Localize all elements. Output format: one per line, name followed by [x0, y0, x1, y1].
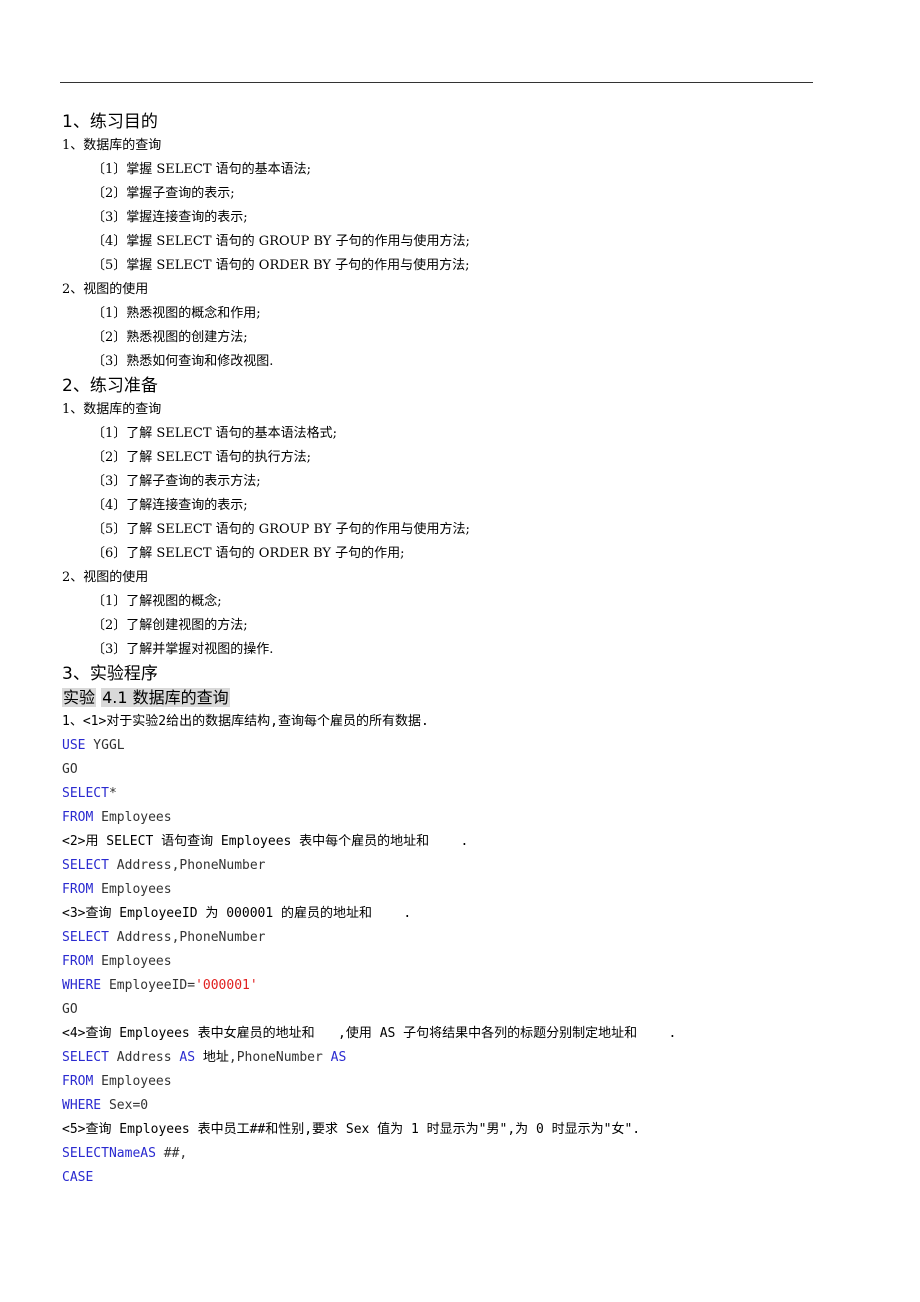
header-rule [60, 82, 813, 83]
instruction-line: <2>用 SELECT 语句查询 Employees 表中每个雇员的地址和 . [62, 830, 842, 854]
sql-keyword: SELECTNameAS [62, 1146, 156, 1161]
code-line: USE YGGL [62, 734, 842, 758]
list-item: 〔4〕掌握 SELECT 语句的 GROUP BY 子句的作用与使用方法; [92, 234, 470, 249]
list-item: 〔1〕熟悉视图的概念和作用; [92, 306, 261, 321]
sql-keyword: SELECT [62, 930, 109, 945]
experiment-title: 实验 4.1 数据库的查询 [62, 686, 842, 710]
instruction-line: <5>查询 Employees 表中员工##和性别,要求 Sex 值为 1 时显… [62, 1118, 842, 1142]
text-fragment: ##, [155, 1146, 188, 1161]
list-item: 〔3〕了解并掌握对视图的操作. [92, 642, 274, 657]
code-line: SELECT Address,PhoneNumber [62, 854, 842, 878]
list-item: 〔6〕了解 SELECT 语句的 ORDER BY 子句的作用; [92, 546, 405, 561]
text-fragment: 1、<1>对于实验2给出的数据库结构,查询每个雇员的所有数据. [62, 714, 429, 729]
group-title: 1、数据库的查询 [62, 138, 162, 153]
list-item: 〔5〕掌握 SELECT 语句的 ORDER BY 子句的作用与使用方法; [92, 258, 470, 273]
instruction-line: 1、<1>对于实验2给出的数据库结构,查询每个雇员的所有数据. [62, 710, 842, 734]
section-heading-procedure: 3、实验程序 [62, 664, 158, 684]
sql-keyword: FROM [62, 954, 94, 969]
code-line: FROM Employees [62, 806, 842, 830]
list-item: 〔3〕熟悉如何查询和修改视图. [92, 354, 274, 369]
procedure-lines: 1、<1>对于实验2给出的数据库结构,查询每个雇员的所有数据. USE YGGL G… [62, 710, 842, 1190]
code-line: SELECT* [62, 782, 842, 806]
code-line: WHERE Sex=0 [62, 1094, 842, 1118]
group-title: 1、数据库的查询 [62, 402, 162, 417]
list-item: 〔1〕了解视图的概念; [92, 594, 222, 609]
code-line: WHERE EmployeeID='000001' [62, 974, 842, 998]
group-title: 2、视图的使用 [62, 282, 149, 297]
code-line: SELECT Address AS 地址,PhoneNumber AS [62, 1046, 842, 1070]
sql-keyword: SELECT [62, 1050, 109, 1065]
text-fragment: Sex=0 [101, 1098, 149, 1113]
list-item: 〔1〕掌握 SELECT 语句的基本语法; [92, 162, 312, 177]
text-fragment: * [108, 786, 117, 801]
text-fragment: <2>用 SELECT 语句查询 Employees 表中每个雇员的地址和 . [62, 834, 469, 849]
code-line: SELECTNameAS ##, [62, 1142, 842, 1166]
text-fragment: Employees [93, 810, 172, 825]
text-fragment: EmployeeID= [101, 978, 196, 993]
group-title: 2、视图的使用 [62, 570, 149, 585]
section-heading: 2、练习准备 [62, 376, 158, 396]
text-fragment: 地址 [195, 1050, 229, 1065]
list-item: 〔1〕了解 SELECT 语句的基本语法格式; [92, 426, 338, 441]
text-fragment: GO [62, 1002, 78, 1017]
sql-keyword: CASE [62, 1170, 94, 1185]
text-fragment: <5>查询 Employees 表中员工##和性别,要求 Sex 值为 1 时显… [62, 1122, 641, 1137]
code-line: FROM Employees [62, 878, 842, 902]
code-line: SELECT Address,PhoneNumber [62, 926, 842, 950]
text-fragment: ,PhoneNumber [228, 1050, 331, 1065]
text-fragment: Employees [93, 1074, 172, 1089]
document-page: 1、练习目的 1、数据库的查询 〔1〕掌握 SELECT 语句的基本语法; 〔2〕掌握… [62, 110, 842, 1190]
text-fragment: Address,PhoneNumber [108, 930, 266, 945]
experiment-title-name: 4.1 数据库的查询 [101, 688, 230, 707]
sql-keyword: WHERE [62, 1098, 102, 1113]
instruction-line: <3>查询 EmployeeID 为 000001 的雇员的地址和 . [62, 902, 842, 926]
sql-string: '000001' [195, 978, 258, 993]
code-line: FROM Employees [62, 950, 842, 974]
text-fragment: YGGL [85, 738, 125, 753]
list-item: 〔3〕了解子查询的表示方法; [92, 474, 261, 489]
sql-keyword: FROM [62, 882, 94, 897]
code-line: GO [62, 758, 842, 782]
text-fragment: Address [108, 1050, 180, 1065]
text-fragment: <3>查询 EmployeeID 为 000001 的雇员的地址和 . [62, 906, 412, 921]
instruction-line: <4>查询 Employees 表中女雇员的地址和 ,使用 AS 子句将结果中各… [62, 1022, 842, 1046]
sql-keyword: WHERE [62, 978, 102, 993]
experiment-title-label: 实验 [62, 688, 97, 707]
text-fragment: Employees [93, 954, 172, 969]
list-item: 〔2〕熟悉视图的创建方法; [92, 330, 248, 345]
text-fragment: <4>查询 Employees 表中女雇员的地址和 ,使用 AS 子句将结果中各… [62, 1026, 677, 1041]
sql-keyword: USE [62, 738, 86, 753]
sql-keyword: AS [330, 1050, 347, 1065]
sql-keyword: SELECT [62, 786, 109, 801]
list-item: 〔5〕了解 SELECT 语句的 GROUP BY 子句的作用与使用方法; [92, 522, 470, 537]
sections: 1、练习目的 1、数据库的查询 〔1〕掌握 SELECT 语句的基本语法; 〔2〕掌握… [62, 110, 842, 662]
text-fragment: Address,PhoneNumber [108, 858, 266, 873]
section-heading: 1、练习目的 [62, 112, 158, 132]
sql-keyword: FROM [62, 810, 94, 825]
list-item: 〔3〕掌握连接查询的表示; [92, 210, 248, 225]
list-item: 〔2〕掌握子查询的表示; [92, 186, 235, 201]
sql-keyword: SELECT [62, 858, 109, 873]
text-fragment: GO [62, 762, 78, 777]
sql-keyword: AS [179, 1050, 196, 1065]
list-item: 〔2〕了解 SELECT 语句的执行方法; [92, 450, 312, 465]
sql-keyword: FROM [62, 1074, 94, 1089]
code-line: FROM Employees [62, 1070, 842, 1094]
text-fragment: Employees [93, 882, 172, 897]
list-item: 〔2〕了解创建视图的方法; [92, 618, 248, 633]
code-line: CASE [62, 1166, 842, 1190]
list-item: 〔4〕了解连接查询的表示; [92, 498, 248, 513]
code-line: GO [62, 998, 842, 1022]
